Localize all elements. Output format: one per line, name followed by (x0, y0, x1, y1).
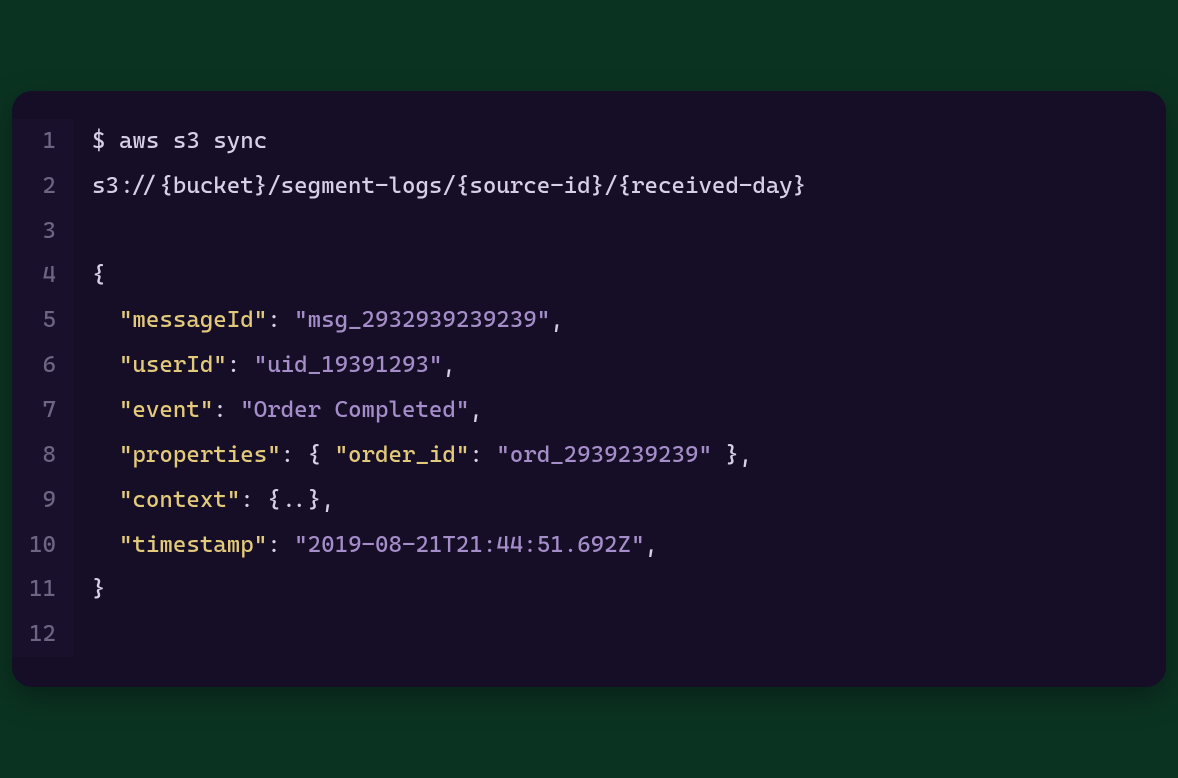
line-number: 10 (12, 523, 74, 568)
code-token: { (92, 262, 105, 288)
code-token: "msg_2932939239239" (294, 307, 550, 333)
code-block[interactable]: 1 $ aws s3 sync 2 s3://{bucket}/segment-log… (12, 119, 1166, 657)
line-number: 4 (12, 253, 74, 298)
code-token: }, (712, 442, 752, 468)
code-token: , (442, 352, 455, 378)
code-content[interactable] (74, 209, 105, 254)
code-token: , (550, 307, 563, 333)
line-number: 8 (12, 433, 74, 478)
code-token: : (267, 307, 294, 333)
code-panel: 1 $ aws s3 sync 2 s3://{bucket}/segment-log… (12, 91, 1166, 687)
code-token: "timestamp" (119, 532, 267, 558)
code-token: "order_id" (335, 442, 470, 468)
code-content[interactable]: "event": "Order Completed", (74, 388, 483, 433)
line-number: 6 (12, 343, 74, 388)
code-token: } (92, 576, 105, 602)
code-token (92, 442, 119, 468)
code-token (92, 307, 119, 333)
line-number: 3 (12, 209, 74, 254)
code-token (92, 532, 119, 558)
code-token: "ord_2939239239" (496, 442, 712, 468)
code-token: : (213, 397, 240, 423)
code-token: "properties" (119, 442, 281, 468)
code-content[interactable] (74, 612, 105, 657)
code-line[interactable]: 11} (12, 567, 1166, 612)
code-token: "Order Completed" (240, 397, 469, 423)
code-content[interactable]: "userId": "uid_19391293", (74, 343, 456, 388)
line-number: 12 (12, 612, 74, 657)
code-content[interactable]: { (74, 253, 105, 298)
code-content[interactable]: s3://{bucket}/segment-logs/{source-id}/{… (74, 164, 806, 209)
line-number: 7 (12, 388, 74, 433)
code-line[interactable]: 2 s3://{bucket}/segment-logs/{source-id}/… (12, 164, 1166, 209)
code-line[interactable]: 7 "event": "Order Completed", (12, 388, 1166, 433)
code-line[interactable]: 1 $ aws s3 sync (12, 119, 1166, 164)
code-content[interactable]: "messageId": "msg_2932939239239", (74, 298, 564, 343)
line-number: 11 (12, 567, 74, 612)
code-content[interactable]: "properties": { "order_id": "ord_2939239… (74, 433, 752, 478)
code-line[interactable]: 3 (12, 209, 1166, 254)
code-token: : (469, 442, 496, 468)
code-token (92, 352, 119, 378)
line-number: 5 (12, 298, 74, 343)
code-token: "context" (119, 487, 240, 513)
code-content[interactable]: "timestamp": "2019-08-21T21:44:51.692Z", (74, 523, 658, 568)
code-token (92, 397, 119, 423)
line-number: 2 (12, 164, 74, 209)
code-content[interactable]: $ aws s3 sync (74, 119, 267, 164)
code-token: : (267, 532, 294, 558)
code-token: "2019-08-21T21:44:51.692Z" (294, 532, 644, 558)
code-token: $ aws s3 sync (92, 128, 267, 154)
code-line[interactable]: 4{ (12, 253, 1166, 298)
code-token: "event" (119, 397, 213, 423)
code-token: : {..}, (240, 487, 334, 513)
code-line[interactable]: 8 "properties": { "order_id": "ord_29392… (12, 433, 1166, 478)
code-token: s3://{bucket}/segment-logs/{source-id}/{… (92, 173, 806, 199)
code-token: : { (281, 442, 335, 468)
code-content[interactable]: } (74, 567, 105, 612)
code-token (92, 487, 119, 513)
code-token: , (469, 397, 482, 423)
code-token: "messageId" (119, 307, 267, 333)
code-token: "userId" (119, 352, 227, 378)
line-number: 9 (12, 478, 74, 523)
code-line[interactable]: 9 "context": {..}, (12, 478, 1166, 523)
code-token: "uid_19391293" (254, 352, 443, 378)
code-line[interactable]: 10 "timestamp": "2019-08-21T21:44:51.692… (12, 523, 1166, 568)
line-number: 1 (12, 119, 74, 164)
code-line[interactable]: 6 "userId": "uid_19391293", (12, 343, 1166, 388)
code-line[interactable]: 12 (12, 612, 1166, 657)
code-token: , (645, 532, 658, 558)
code-token: : (227, 352, 254, 378)
code-content[interactable]: "context": {..}, (74, 478, 335, 523)
code-line[interactable]: 5 "messageId": "msg_2932939239239", (12, 298, 1166, 343)
